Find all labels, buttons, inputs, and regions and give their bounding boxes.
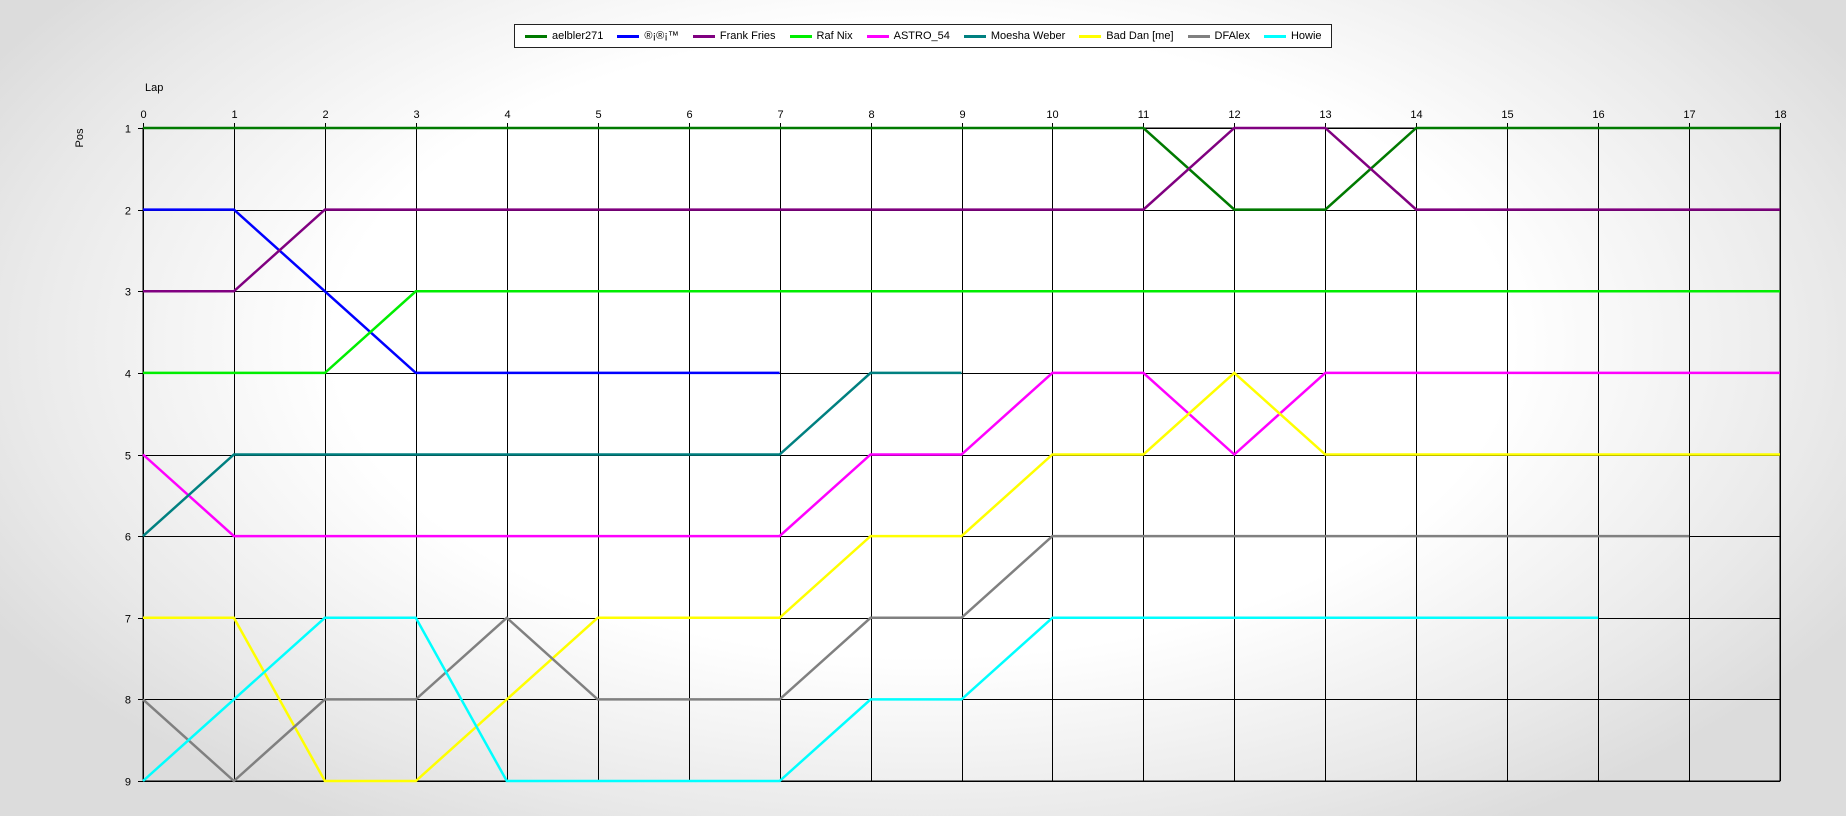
x-tick-label: 4 xyxy=(504,109,510,121)
x-tick-label: 15 xyxy=(1501,109,1513,121)
x-tick-label: 5 xyxy=(595,109,601,121)
series-lines xyxy=(142,126,1780,783)
y-axis-title: Pos xyxy=(74,128,86,147)
y-tick-label: 7 xyxy=(125,614,131,626)
series-line-5 xyxy=(142,371,962,538)
series-line-7 xyxy=(142,534,1690,783)
x-tick-label: 7 xyxy=(777,109,783,121)
x-tick-label: 2 xyxy=(322,109,328,121)
y-tick-label: 2 xyxy=(125,206,131,218)
series-line-0 xyxy=(143,126,1780,211)
y-tick-label: 3 xyxy=(125,287,131,299)
series-line-2 xyxy=(143,126,1780,293)
grid-lines xyxy=(138,123,1781,782)
x-tick-label: 6 xyxy=(686,109,692,121)
y-tick-label: 9 xyxy=(125,777,131,789)
x-tick-label: 13 xyxy=(1319,109,1331,121)
y-tick-label: 1 xyxy=(125,124,131,136)
x-axis-title: Lap xyxy=(145,82,163,94)
x-tick-label: 14 xyxy=(1410,109,1422,121)
y-tick-label: 5 xyxy=(125,451,131,463)
lap-position-chart: aelbler271 ®¡®¡™ Frank Fries Raf Nix ASTRO_5… xyxy=(0,0,1846,816)
y-tick-label: 8 xyxy=(125,695,131,707)
x-tick-label: 12 xyxy=(1228,109,1240,121)
x-tick-label: 9 xyxy=(959,109,965,121)
x-tick-label: 18 xyxy=(1774,109,1786,121)
x-tick-label: 8 xyxy=(868,109,874,121)
series-line-6 xyxy=(143,371,1780,783)
chart-plot-area: 0 1 2 3 4 5 6 7 8 9 10 11 12 13 14 15 16 17 18123456789Lap… xyxy=(74,82,1787,789)
series-line-3 xyxy=(143,290,1780,375)
x-tick-label: 0 xyxy=(140,109,146,121)
x-tick-label: 11 xyxy=(1138,109,1149,121)
x-tick-label: 3 xyxy=(413,109,419,121)
x-tick-label: 16 xyxy=(1592,109,1604,121)
y-tick-label: 4 xyxy=(125,369,131,381)
axes: 0 1 2 3 4 5 6 7 8 9 10 11 12 13 14 15 16 17 18123456789Lap… xyxy=(74,82,1787,789)
x-tick-label: 1 xyxy=(231,109,237,121)
x-tick-label: 17 xyxy=(1683,109,1695,121)
x-tick-label: 10 xyxy=(1046,109,1058,121)
y-tick-label: 6 xyxy=(125,532,131,544)
